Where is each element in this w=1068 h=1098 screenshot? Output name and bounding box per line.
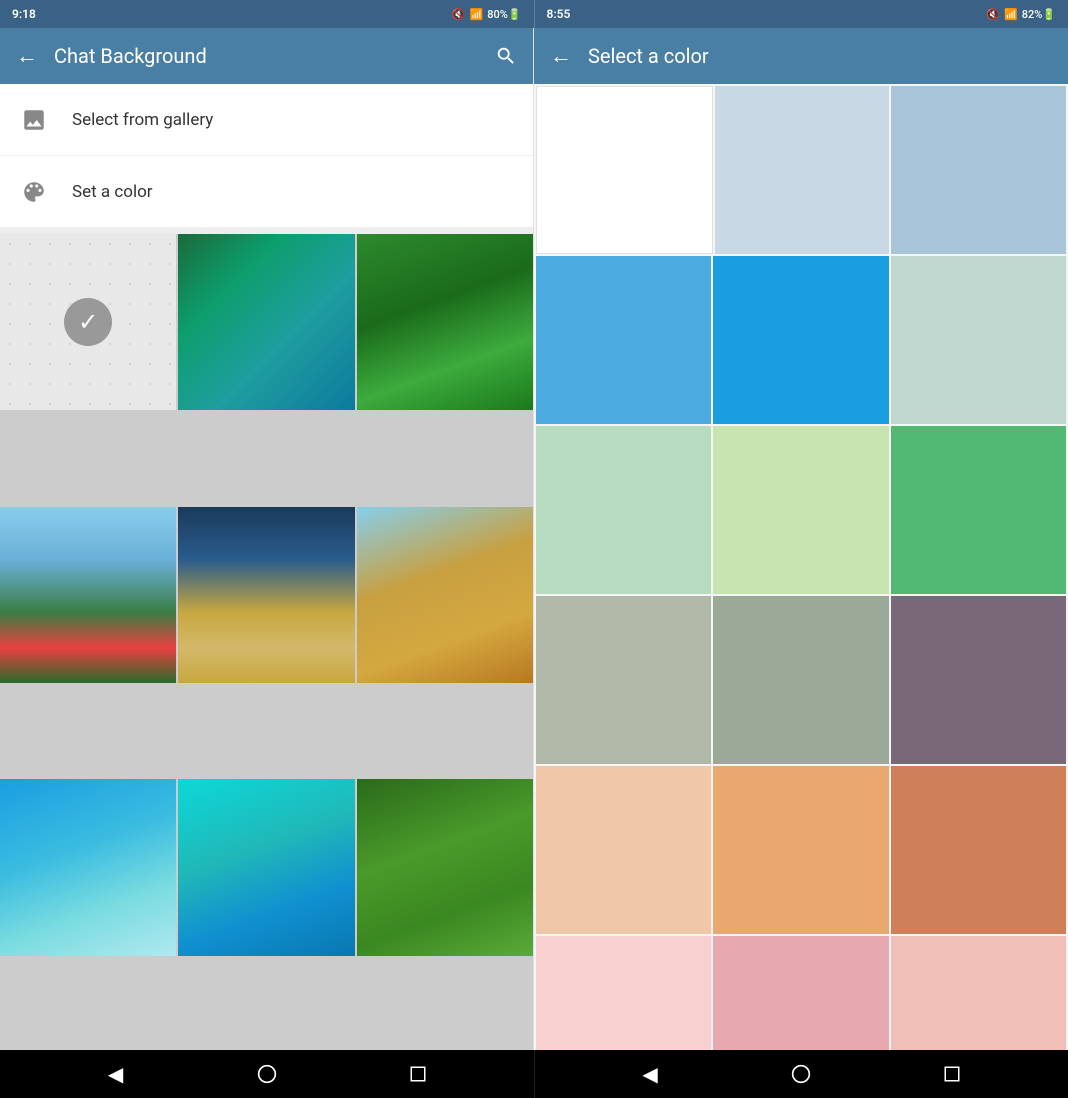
wallpaper-item-5[interactable] — [178, 507, 354, 683]
battery-text: 80%🔋 — [487, 8, 521, 21]
color-menu-item[interactable]: Set a color — [0, 156, 533, 228]
right-status-icons: 🔇 📶 82%🔋 — [986, 8, 1056, 21]
signal-icon: 📶 — [469, 8, 483, 21]
right-back-button[interactable]: ← — [550, 43, 572, 69]
nav-bars: ◀ ◀ — [0, 1050, 1068, 1098]
left-recent-nav[interactable] — [398, 1054, 438, 1094]
color-swatch-1-0[interactable] — [536, 256, 711, 424]
color-swatch-2-2[interactable] — [891, 426, 1066, 594]
right-recent-nav[interactable] — [932, 1054, 972, 1094]
right-header-title: Select a color — [588, 44, 1052, 68]
left-status-icons: 🔇 📶 80%🔋 — [452, 8, 522, 21]
color-swatch-4-0[interactable] — [536, 766, 711, 934]
mute-icon: 🔇 — [452, 8, 466, 21]
selected-checkmark: ✓ — [64, 298, 112, 346]
color-swatch-3-1[interactable] — [713, 596, 888, 764]
left-home-nav[interactable] — [247, 1054, 287, 1094]
right-signal-icon: 📶 — [1004, 8, 1018, 21]
color-icon — [20, 178, 48, 206]
color-label: Set a color — [72, 182, 153, 202]
search-icon[interactable] — [495, 45, 517, 67]
right-back-nav[interactable]: ◀ — [630, 1054, 670, 1094]
left-header: ← Chat Background — [0, 28, 533, 84]
left-header-title: Chat Background — [54, 44, 479, 68]
color-row-4 — [536, 766, 1066, 934]
color-swatch-4-1[interactable] — [713, 766, 888, 934]
color-row-3 — [536, 596, 1066, 764]
status-bars: 9:18 🔇 📶 80%🔋 8:55 🔇 📶 82%🔋 — [0, 0, 1068, 28]
right-battery-text: 82%🔋 — [1022, 8, 1056, 21]
wallpaper-item-1[interactable]: ✓ — [0, 234, 176, 410]
gallery-icon — [20, 106, 48, 134]
left-nav-bar: ◀ — [0, 1050, 534, 1098]
color-swatch-2-0[interactable] — [536, 426, 711, 594]
color-swatch-4-2[interactable] — [891, 766, 1066, 934]
right-panel: ← Select a color — [534, 28, 1068, 1050]
wallpaper-item-6[interactable] — [357, 507, 533, 683]
color-row-5 — [536, 936, 1066, 1050]
right-mute-icon: 🔇 — [986, 8, 1000, 21]
color-swatch-0-0[interactable] — [536, 86, 713, 254]
color-swatch-0-2[interactable] — [891, 86, 1066, 254]
left-time: 9:18 — [12, 7, 36, 21]
wallpaper-item-4[interactable] — [0, 507, 176, 683]
right-time: 8:55 — [547, 7, 571, 21]
left-back-button[interactable]: ← — [16, 43, 38, 69]
color-row-1 — [536, 256, 1066, 424]
wallpaper-item-7[interactable] — [0, 779, 176, 955]
left-back-nav[interactable]: ◀ — [96, 1054, 136, 1094]
gallery-menu-item[interactable]: Select from gallery — [0, 84, 533, 156]
color-swatch-1-1[interactable] — [713, 256, 888, 424]
wallpaper-item-9[interactable] — [357, 779, 533, 955]
left-status-bar: 9:18 🔇 📶 80%🔋 — [0, 0, 534, 28]
color-swatch-3-0[interactable] — [536, 596, 711, 764]
color-row-2 — [536, 426, 1066, 594]
wallpaper-item-2[interactable] — [178, 234, 354, 410]
color-swatch-0-1[interactable] — [715, 86, 890, 254]
gallery-label: Select from gallery — [72, 110, 213, 130]
color-swatch-5-0[interactable] — [536, 936, 711, 1050]
color-swatch-5-2[interactable] — [891, 936, 1066, 1050]
main-content: ← Chat Background Select from gallery — [0, 28, 1068, 1050]
right-header: ← Select a color — [534, 28, 1068, 84]
wallpaper-item-8[interactable] — [178, 779, 354, 955]
right-status-bar: 8:55 🔇 📶 82%🔋 — [534, 0, 1068, 28]
wallpaper-item-3[interactable] — [357, 234, 533, 410]
color-grid — [534, 84, 1068, 1050]
color-swatch-2-1[interactable] — [713, 426, 888, 594]
color-swatch-1-2[interactable] — [891, 256, 1066, 424]
color-swatch-3-2[interactable] — [891, 596, 1066, 764]
right-home-nav[interactable] — [781, 1054, 821, 1094]
color-swatch-5-1[interactable] — [713, 936, 888, 1050]
left-panel: ← Chat Background Select from gallery — [0, 28, 534, 1050]
right-nav-bar: ◀ — [534, 1050, 1068, 1098]
wallpaper-grid: ✓ — [0, 234, 533, 1050]
color-row-0 — [536, 86, 1066, 254]
